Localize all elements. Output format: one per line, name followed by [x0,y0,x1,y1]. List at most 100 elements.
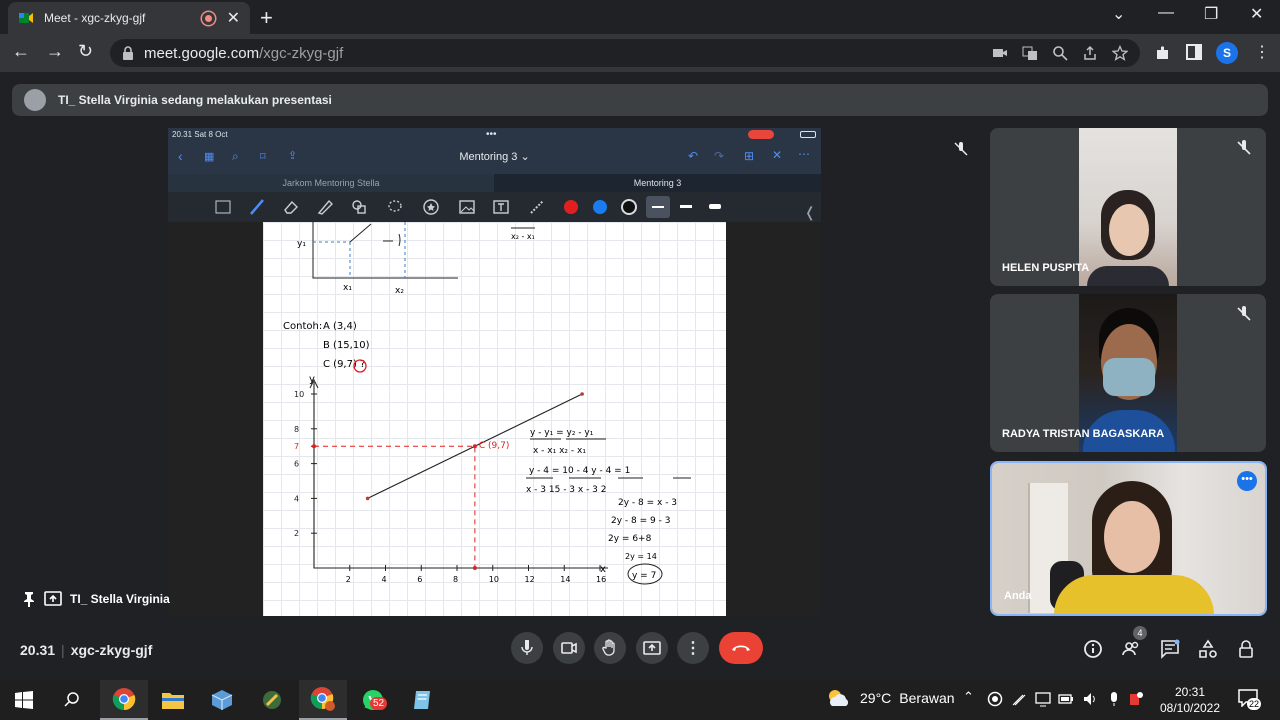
ipad-laser-icon[interactable] [528,198,546,216]
address-bar[interactable]: meet.google.com/xgc-zkyg-gjf [110,39,1140,67]
forward-button[interactable]: → [46,41,64,62]
mic-button[interactable] [511,632,543,664]
back-button[interactable]: ← [12,41,30,62]
chrome-menu-icon[interactable]: ⋮ [1254,42,1270,62]
activities-icon[interactable] [1198,639,1218,659]
ipad-lasso-icon[interactable] [386,198,404,216]
host-controls-icon[interactable] [1237,639,1257,659]
battery-tray-icon[interactable] [1058,691,1074,707]
taskbar-search-button[interactable] [48,680,96,720]
participant-tile-radya[interactable]: RADYA TRISTAN BAGASKARA [990,294,1266,452]
side-panel-icon[interactable] [1186,44,1202,60]
self-video [992,463,1265,614]
taskbar-notes-app[interactable] [398,680,446,720]
raise-hand-button[interactable] [594,632,626,664]
pen-tray-icon[interactable] [1011,691,1027,707]
volume-tray-icon[interactable] [1082,691,1098,707]
presenter-name: TI_ Stella Virginia [70,592,170,606]
browser-tab-meet[interactable]: Meet - xgc-zkyg-gjf ✕ [8,2,250,34]
show-hidden-icons-icon[interactable]: ⌃ [963,689,979,705]
restore-button[interactable]: ❐ [1204,4,1218,24]
start-button[interactable] [0,680,48,720]
mic-off-icon [1237,140,1251,155]
record-tray-icon[interactable] [987,691,1003,707]
profile-avatar[interactable]: S [1216,42,1238,64]
present-now-button[interactable] [636,632,668,664]
stroke-medium-button[interactable] [680,205,692,208]
ipad-add-page-icon[interactable]: ⊞ [744,149,754,163]
working-4: 2y = 6+8 [608,534,652,544]
participant-tile-helen[interactable]: HELEN PUSPITA [990,128,1266,286]
point-c-y-proj [312,444,316,449]
note-x2: x₂ [395,286,404,296]
reload-button[interactable]: ↻ [78,41,93,62]
participant-name: RADYA TRISTAN BAGASKARA [1002,428,1165,440]
minimize-button[interactable]: — [1158,4,1174,22]
svg-text:x - x₁ x₂ - x₁: x - x₁ x₂ - x₁ [533,446,586,456]
note-x1: x₁ [343,283,352,293]
taskbar-clock[interactable]: 20:31 08/10/2022 [1150,684,1230,716]
ipad-more-icon[interactable]: ⋯ [798,147,810,161]
ink-color-blue-swatch[interactable] [593,200,607,214]
meet-control-bar: 20.31 | xgc-zkyg-gjf ⋮ 4 [0,624,1280,680]
ipad-pen-icon[interactable] [248,198,266,216]
pin-icon[interactable] [22,591,36,607]
taskbar-file-explorer[interactable] [149,680,197,720]
stroke-thick-button[interactable] [709,204,721,209]
people-icon[interactable] [1121,639,1141,659]
ipad-text-icon[interactable] [492,198,510,216]
url-host: meet.google.com [144,44,260,62]
tab-close-icon[interactable]: ✕ [227,8,240,28]
people-count-badge: 4 [1133,626,1147,640]
participant-tile-self[interactable]: ••• Anda [990,461,1267,616]
ipad-image-icon[interactable] [458,198,476,216]
taskbar-app-cube[interactable] [198,680,246,720]
ink-color-red-swatch[interactable] [564,200,578,214]
ipad-doc-tab-2[interactable]: Mentoring 3 [494,174,821,192]
camera-permission-icon[interactable] [992,45,1008,61]
self-tile-more-button[interactable]: ••• [1237,471,1257,491]
tab-search-icon[interactable]: ⌄ [1112,4,1125,24]
svg-text:x - 3 15 - 3 x - 3 2: x - 3 15 - 3 x - 3 2 [526,485,607,495]
ipad-highlighter-icon[interactable] [316,198,334,216]
ipad-sticker-icon[interactable] [422,198,440,216]
bookmark-star-icon[interactable] [1112,45,1128,61]
microphone-tray-icon[interactable] [1106,691,1122,707]
zoom-icon[interactable] [1052,45,1068,61]
x-tick-label: 10 [489,575,499,584]
ipad-eraser-icon[interactable] [282,198,300,216]
leave-call-button[interactable] [719,632,763,664]
ink-color-black-swatch[interactable] [621,199,637,215]
extensions-icon[interactable] [1153,44,1171,62]
taskbar-chrome[interactable] [100,680,148,720]
ipad-doc-tabs: Jarkom Mentoring Stella Mentoring 3 [168,174,821,192]
taskbar-app-tools[interactable] [248,680,296,720]
y-tick-label: 8 [294,425,299,434]
app-tray-icon[interactable] [1128,691,1144,707]
x-tick-label: 12 [525,575,535,584]
camera-button[interactable] [553,632,585,664]
y-tick-label: 10 [294,390,304,399]
ipad-close-icon[interactable]: ✕ [772,148,782,162]
taskbar-whatsapp[interactable]: 52 [349,680,397,720]
ipad-undo-icon[interactable]: ↶ [688,149,698,163]
ipad-doc-tab-1[interactable]: Jarkom Mentoring Stella [168,174,494,192]
note-y1: y₁ [297,239,306,249]
weather-widget[interactable]: 29°C Berawan [826,688,955,708]
ipad-redo-icon[interactable]: ↷ [714,149,724,163]
ipad-lasso-image-icon[interactable] [214,198,232,216]
note-point-a: A (3,4) [323,321,357,332]
working-5: 2y = 14 [625,552,657,561]
ipad-shapes-icon[interactable] [350,198,368,216]
close-window-button[interactable]: ✕ [1250,4,1263,24]
share-icon[interactable] [1082,45,1098,61]
chat-icon[interactable] [1160,639,1180,659]
new-tab-button[interactable]: + [260,5,273,31]
meeting-details-icon[interactable] [1083,639,1103,659]
taskbar-chrome-profile[interactable] [299,680,347,720]
notification-center-button[interactable]: 22 [1238,689,1262,711]
translate-icon[interactable] [1022,45,1038,61]
stroke-thin-button[interactable] [646,196,670,218]
more-options-button[interactable]: ⋮ [677,632,709,664]
monitor-tray-icon[interactable] [1035,691,1051,707]
